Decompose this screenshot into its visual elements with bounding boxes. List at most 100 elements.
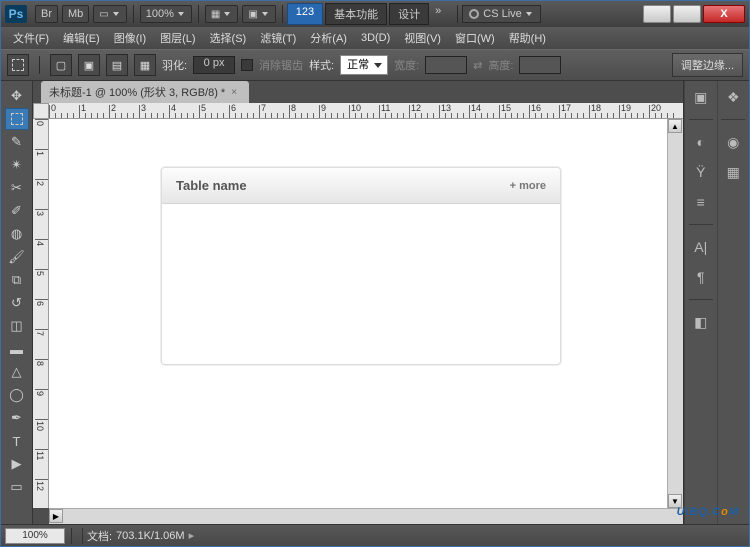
eyedropper-tool[interactable]: ✐	[5, 200, 29, 222]
menu-layer[interactable]: 图层(L)	[154, 28, 201, 48]
feather-input[interactable]: 0 px	[193, 56, 235, 74]
history-panel-icon[interactable]: ▣	[690, 87, 712, 107]
table-more-link[interactable]: + more	[510, 180, 546, 192]
menu-file[interactable]: 文件(F)	[7, 28, 55, 48]
lasso-tool[interactable]: ✎	[5, 131, 29, 153]
brush-panel-icon[interactable]: ≡	[690, 192, 712, 212]
window-controls: — □ X	[643, 5, 745, 23]
shape-tool[interactable]: ▭	[5, 476, 29, 498]
width-input	[425, 56, 467, 74]
workspace-tab-123[interactable]: 123	[287, 3, 323, 25]
menu-window[interactable]: 窗口(W)	[449, 28, 501, 48]
brush-tool[interactable]: 🖌	[5, 246, 29, 268]
workspace-more-button[interactable]: »	[431, 3, 445, 25]
minimize-button[interactable]: —	[643, 5, 671, 23]
blur-tool[interactable]: △	[5, 361, 29, 383]
cslive-button[interactable]: CS Live	[462, 5, 541, 23]
workspace-tab-basic[interactable]: 基本功能	[325, 3, 387, 25]
ruler-origin[interactable]	[33, 103, 49, 119]
workspace-tab-design[interactable]: 设计	[389, 3, 429, 25]
close-button[interactable]: X	[703, 5, 745, 23]
menu-3d[interactable]: 3D(D)	[355, 30, 396, 46]
healing-tool[interactable]: ◍	[5, 223, 29, 245]
gradient-tool[interactable]: ▬	[5, 338, 29, 360]
document-tab-close-icon[interactable]: ×	[231, 87, 241, 97]
width-label: 宽度:	[394, 57, 419, 73]
menu-view[interactable]: 视图(V)	[398, 28, 447, 48]
table-widget: Table name + more	[161, 167, 561, 365]
menu-edit[interactable]: 编辑(E)	[57, 28, 106, 48]
status-doc-label: 文档:	[87, 528, 112, 544]
statusbar: 100% 文档: 703.1K/1.06M ▸	[1, 524, 749, 546]
selection-intersect-button[interactable]: ▦	[134, 54, 156, 76]
table-body	[162, 204, 560, 364]
status-doc-size: 703.1K/1.06M	[116, 530, 185, 542]
antialias-checkbox[interactable]	[241, 59, 253, 71]
selection-new-button[interactable]: ▢	[50, 54, 72, 76]
options-bar: ▢ ▣ ▤ ▦ 羽化: 0 px 消除锯齿 样式: 正常 宽度: ⇄ 高度: 调…	[1, 49, 749, 81]
screen-mode-button[interactable]: ▭	[93, 5, 126, 23]
scrollbar-horizontal[interactable]: ◀ ▶	[49, 508, 683, 524]
toolbox: ✥ ✎ ✴ ✂ ✐ ◍ 🖌 ⧉ ↺ ◫ ▬ △ ◯ ✒ T ▶ ▭	[1, 81, 33, 524]
crop-tool[interactable]: ✂	[5, 177, 29, 199]
stamp-tool[interactable]: ⧉	[5, 269, 29, 291]
selection-subtract-button[interactable]: ▤	[106, 54, 128, 76]
character-panel-icon[interactable]: Ÿ	[690, 162, 712, 182]
arrange-docs-button[interactable]: ▦	[205, 5, 238, 23]
styles-panel-icon[interactable]: ◧	[690, 312, 712, 332]
type-tool[interactable]: T	[5, 430, 29, 452]
menu-image[interactable]: 图像(I)	[108, 28, 152, 48]
height-label: 高度:	[488, 57, 513, 73]
menu-filter[interactable]: 滤镜(T)	[254, 28, 302, 48]
wand-tool[interactable]: ✴	[5, 154, 29, 176]
status-separator	[71, 528, 83, 544]
panel-dock: ▣ ◐ Ÿ ≡ A| ¶ ◧ ❖ ◉ ▦	[683, 81, 749, 524]
eraser-tool[interactable]: ◫	[5, 315, 29, 337]
cslive-icon	[469, 9, 479, 19]
paragraph-panel-icon[interactable]: ¶	[690, 267, 712, 287]
style-select[interactable]: 正常	[340, 55, 388, 75]
menu-analysis[interactable]: 分析(A)	[304, 28, 353, 48]
titlebar: Ps Br Mb ▭ 100% ▦ ▣ 123 基本功能 设计 » CS Liv…	[1, 1, 749, 27]
layers-panel-icon[interactable]: ❖	[722, 87, 744, 107]
status-zoom-input[interactable]: 100%	[5, 528, 65, 544]
history-brush-tool[interactable]: ↺	[5, 292, 29, 314]
document-tab[interactable]: 未标题-1 @ 100% (形状 3, RGB/8) * ×	[41, 81, 249, 103]
zoom-level-dropdown[interactable]: 100%	[140, 5, 192, 23]
ruler-horizontal[interactable]: 01234567891011121314151617181920	[49, 103, 683, 119]
minibridge-button[interactable]: Mb	[62, 5, 89, 23]
marquee-icon	[12, 59, 24, 71]
document-area: 未标题-1 @ 100% (形状 3, RGB/8) * × 012345678…	[33, 81, 683, 524]
ruler-vertical[interactable]: 01234567891011121314	[33, 119, 49, 508]
menu-help[interactable]: 帮助(H)	[503, 28, 552, 48]
canvas[interactable]: Table name + more	[49, 119, 667, 508]
bridge-button[interactable]: Br	[35, 5, 58, 23]
feather-label: 羽化:	[162, 57, 187, 73]
adjust-edge-button[interactable]: 调整边缘...	[672, 53, 743, 77]
workspace: ✥ ✎ ✴ ✂ ✐ ◍ 🖌 ⧉ ↺ ◫ ▬ △ ◯ ✒ T ▶ ▭ 未标题-1 …	[1, 81, 749, 524]
swatches-panel-icon[interactable]: ▦	[722, 162, 744, 182]
adjustments-panel-icon[interactable]: ◐	[690, 132, 712, 152]
scroll-right-icon[interactable]: ▶	[49, 509, 63, 523]
view-extras-button[interactable]: ▣	[242, 5, 275, 23]
tool-preset-button[interactable]	[7, 54, 29, 76]
document-tab-title: 未标题-1 @ 100% (形状 3, RGB/8) *	[49, 84, 225, 100]
watermark: UiBQ.CoM	[677, 499, 739, 520]
marquee-tool[interactable]	[5, 108, 29, 130]
scroll-up-icon[interactable]: ▲	[668, 119, 682, 133]
menu-select[interactable]: 选择(S)	[204, 28, 253, 48]
style-label: 样式:	[309, 57, 334, 73]
move-tool[interactable]: ✥	[5, 85, 29, 107]
antialias-label: 消除锯齿	[259, 57, 303, 73]
char-a-panel-icon[interactable]: A|	[690, 237, 712, 257]
dodge-tool[interactable]: ◯	[5, 384, 29, 406]
height-input	[519, 56, 561, 74]
color-panel-icon[interactable]: ◉	[722, 132, 744, 152]
app-logo-icon: Ps	[5, 5, 27, 23]
pen-tool[interactable]: ✒	[5, 407, 29, 429]
menubar: 文件(F) 编辑(E) 图像(I) 图层(L) 选择(S) 滤镜(T) 分析(A…	[1, 27, 749, 49]
scrollbar-vertical[interactable]: ▲ ▼	[667, 119, 683, 508]
path-select-tool[interactable]: ▶	[5, 453, 29, 475]
selection-add-button[interactable]: ▣	[78, 54, 100, 76]
maximize-button[interactable]: □	[673, 5, 701, 23]
